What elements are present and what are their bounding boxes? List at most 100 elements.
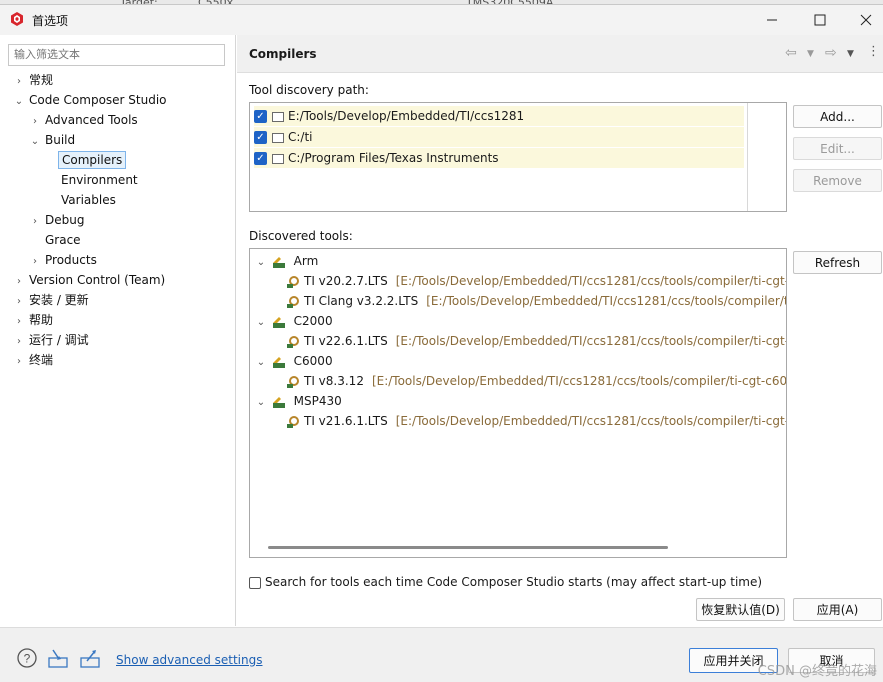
- preferences-dialog: 首选项 ›常规 ⌄Code Composer Studio ›Advanced …: [0, 4, 883, 682]
- toolchain-group-icon: [272, 256, 285, 268]
- export-icon[interactable]: [79, 647, 101, 669]
- tool-item[interactable]: TI v8.3.12 [E:/Tools/Develop/Embedded/TI/…: [286, 371, 786, 391]
- close-button[interactable]: [843, 5, 883, 35]
- title-bar[interactable]: 首选项: [0, 5, 883, 35]
- discovery-path-label: Tool discovery path:: [249, 83, 369, 97]
- tool-item[interactable]: TI v20.2.7.LTS [E:/Tools/Develop/Embedded…: [286, 271, 786, 291]
- chevron-down-icon[interactable]: ⌄: [254, 393, 268, 413]
- help-icon[interactable]: ?: [16, 647, 38, 669]
- tree-item-help[interactable]: › 帮助: [12, 310, 56, 330]
- discovered-tools-label: Discovered tools:: [249, 229, 353, 243]
- tree-item-code-composer-studio[interactable]: ⌄ Code Composer Studio: [12, 90, 170, 110]
- compilers-page: Compilers ⇦ ▼ ⇨ ▼ ⋮ Tool discovery path:…: [237, 35, 883, 626]
- list-item[interactable]: ✓ C:/Program Files/Texas Instruments: [254, 148, 744, 168]
- apply-button[interactable]: 应用(A): [793, 598, 882, 621]
- compiler-gear-icon: [287, 335, 299, 348]
- back-dropdown-icon[interactable]: ▼: [807, 49, 814, 59]
- tool-group-arm[interactable]: ⌄ Arm: [254, 251, 318, 271]
- minimize-button[interactable]: [749, 5, 795, 35]
- window-title: 首选项: [32, 14, 69, 28]
- chevron-right-icon[interactable]: ›: [28, 112, 42, 132]
- folder-icon: [272, 111, 284, 122]
- checkbox-checked-icon[interactable]: ✓: [254, 131, 267, 144]
- toolchain-group-icon: [272, 356, 285, 368]
- chevron-right-icon[interactable]: ›: [12, 72, 26, 92]
- remove-button[interactable]: Remove: [793, 169, 882, 192]
- tool-group-c6000[interactable]: ⌄ C6000: [254, 351, 333, 371]
- tree-item-run-debug[interactable]: › 运行 / 调试: [12, 330, 92, 350]
- forward-arrow-icon[interactable]: ⇨: [825, 45, 837, 61]
- tree-item-environment[interactable]: Environment: [44, 170, 141, 190]
- show-advanced-settings-link[interactable]: Show advanced settings: [116, 653, 263, 667]
- filter-input[interactable]: [8, 44, 225, 66]
- tool-group-msp430[interactable]: ⌄ MSP430: [254, 391, 342, 411]
- tree-item-compilers[interactable]: Compilers: [44, 150, 127, 170]
- selected-tree-label: Compilers: [58, 151, 127, 169]
- dialog-button-bar: ? Show advanced settings 应用并关闭 取消 CSDN @…: [0, 627, 883, 682]
- tree-item-grace[interactable]: Grace: [28, 230, 84, 250]
- edit-button[interactable]: Edit...: [793, 137, 882, 160]
- app-icon: [11, 12, 23, 26]
- chevron-right-icon[interactable]: ›: [12, 352, 26, 372]
- compiler-gear-icon: [287, 375, 299, 388]
- chevron-right-icon[interactable]: ›: [12, 332, 26, 352]
- compiler-gear-icon: [287, 275, 299, 288]
- tree-item-variables[interactable]: Variables: [44, 190, 119, 210]
- maximize-button[interactable]: [797, 5, 843, 35]
- checkbox-checked-icon[interactable]: ✓: [254, 152, 267, 165]
- toolchain-group-icon: [272, 316, 285, 328]
- back-arrow-icon[interactable]: ⇦: [785, 45, 797, 61]
- add-button[interactable]: Add...: [793, 105, 882, 128]
- folder-icon: [272, 132, 284, 143]
- svg-text:?: ?: [24, 652, 31, 666]
- tree-item-products[interactable]: › Products: [28, 250, 100, 270]
- preferences-tree-panel: ›常规 ⌄Code Composer Studio ›Advanced Tool…: [0, 35, 236, 626]
- search-on-startup-checkbox[interactable]: Search for tools each time Code Composer…: [249, 575, 762, 589]
- close-icon: [860, 14, 872, 26]
- chevron-right-icon[interactable]: ›: [12, 292, 26, 312]
- chevron-down-icon[interactable]: ⌄: [254, 253, 268, 273]
- tree-item-debug[interactable]: › Debug: [28, 210, 87, 230]
- import-icon[interactable]: [47, 647, 69, 669]
- watermark: CSDN @终竟的花海: [757, 664, 877, 679]
- checkbox-checked-icon[interactable]: ✓: [254, 110, 267, 123]
- tree-item-advanced-tools[interactable]: › Advanced Tools: [28, 110, 141, 130]
- page-title: Compilers: [249, 47, 317, 61]
- tree-item-general[interactable]: › 常规: [12, 70, 56, 90]
- tree-item-install-update[interactable]: › 安装 / 更新: [12, 290, 92, 310]
- tool-item[interactable]: TI v21.6.1.LTS [E:/Tools/Develop/Embedded…: [286, 411, 786, 431]
- chevron-down-icon[interactable]: ⌄: [12, 92, 26, 112]
- chevron-down-icon[interactable]: ⌄: [28, 132, 42, 152]
- horizontal-scrollbar[interactable]: [268, 546, 668, 549]
- list-item[interactable]: ✓ C:/ti: [254, 127, 744, 147]
- page-header: Compilers ⇦ ▼ ⇨ ▼ ⋮: [237, 35, 883, 73]
- discovery-path-list[interactable]: ✓ E:/Tools/Develop/Embedded/TI/ccs1281 ✓ C…: [249, 102, 787, 212]
- search-on-startup-label: Search for tools each time Code Composer…: [265, 575, 763, 589]
- more-options-icon[interactable]: ⋮: [867, 44, 880, 59]
- tool-group-c2000[interactable]: ⌄ C2000: [254, 311, 333, 331]
- list-item[interactable]: ✓ E:/Tools/Develop/Embedded/TI/ccs1281: [254, 106, 744, 126]
- folder-icon: [272, 153, 284, 164]
- compiler-gear-icon: [287, 415, 299, 428]
- restore-defaults-button[interactable]: 恢复默认值(D): [696, 598, 785, 621]
- toolchain-group-icon: [272, 396, 285, 408]
- forward-dropdown-icon[interactable]: ▼: [847, 49, 854, 59]
- list-scroll-divider: [747, 103, 748, 211]
- chevron-down-icon[interactable]: ⌄: [254, 313, 268, 333]
- discovered-tools-tree[interactable]: ⌄ Arm TI v20.2.7.LTS [E:/Tools/Develop/Em…: [249, 248, 787, 558]
- chevron-right-icon[interactable]: ›: [28, 212, 42, 232]
- tool-item[interactable]: TI Clang v3.2.2.LTS [E:/Tools/Develop/Emb…: [286, 291, 786, 311]
- minimize-icon: [767, 19, 777, 21]
- tree-item-terminal[interactable]: › 终端: [12, 350, 56, 370]
- checkbox-unchecked-icon[interactable]: [249, 576, 261, 589]
- chevron-right-icon[interactable]: ›: [12, 312, 26, 332]
- chevron-down-icon[interactable]: ⌄: [254, 353, 268, 373]
- tool-item[interactable]: TI v22.6.1.LTS [E:/Tools/Develop/Embedded…: [286, 331, 786, 351]
- compiler-gear-icon: [287, 295, 299, 308]
- tree-item-version-control[interactable]: › Version Control (Team): [12, 270, 168, 290]
- chevron-right-icon[interactable]: ›: [12, 272, 26, 292]
- maximize-icon: [814, 14, 826, 26]
- tree-item-build[interactable]: ⌄ Build: [28, 130, 78, 150]
- chevron-right-icon[interactable]: ›: [28, 252, 42, 272]
- refresh-button[interactable]: Refresh: [793, 251, 882, 274]
